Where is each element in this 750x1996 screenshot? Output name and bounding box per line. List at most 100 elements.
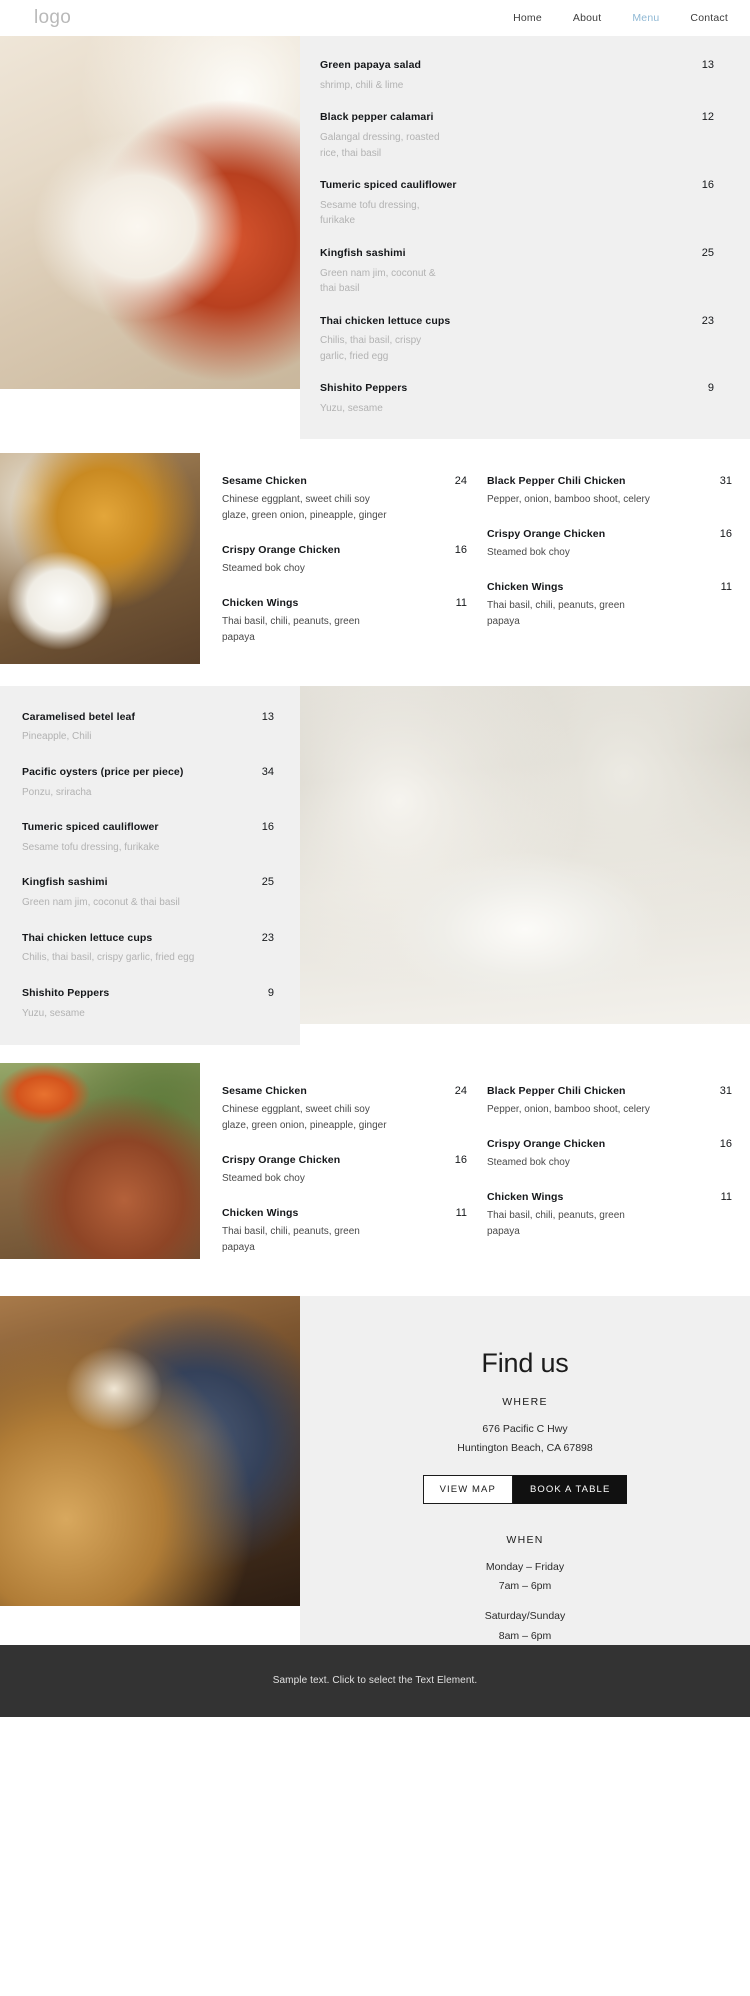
menu-item-price: 23 — [701, 314, 714, 327]
menu-item-description: Green nam jim, coconut & thai basil — [22, 897, 180, 908]
menu-item-name: Chicken Wings — [222, 596, 299, 609]
shared-table-beer-photo — [0, 452, 200, 664]
menu-item-description: Ponzu, sriracha — [22, 786, 92, 798]
menu-item-price: 11 — [720, 1191, 732, 1203]
when-block: WHEN Monday – Friday 7am – 6pm Saturday/… — [485, 1534, 566, 1645]
menu-item-name: Chicken Wings — [487, 580, 564, 593]
menu-item[interactable]: Caramelised betel leaf 13 Pineapple, Chi… — [22, 710, 274, 745]
menu-item[interactable]: Shishito Peppers 9 Yuzu, sesame — [320, 381, 714, 416]
menu-item[interactable]: Black pepper calamari 12 Galangal dressi… — [320, 110, 714, 161]
find-us-panel: Find us WHERE 676 Pacific C Hwy Huntingt… — [300, 1296, 750, 1645]
menu-item-price: 9 — [707, 382, 714, 395]
menu-item-price: 16 — [454, 543, 467, 556]
nav-item-menu[interactable]: Menu — [632, 12, 659, 24]
dining-table-salad-photo — [0, 36, 300, 389]
site-logo[interactable]: logo — [34, 7, 71, 29]
menu-item-description: Yuzu, sesame — [320, 403, 383, 414]
weekday-hours: 7am – 6pm — [498, 1579, 552, 1592]
menu-item[interactable]: Thai chicken lettuce cups 23 Chilis, tha… — [320, 314, 714, 365]
find-us-title: Find us — [481, 1348, 569, 1378]
find-us-section: Find us WHERE 676 Pacific C Hwy Huntingt… — [0, 1278, 750, 1645]
menu-item-price: 16 — [454, 1154, 467, 1166]
menu-item-name: Chicken Wings — [222, 1207, 299, 1219]
menu-item[interactable]: Crispy Orange Chicken 16 Steamed bok cho… — [487, 1138, 732, 1171]
menu-item-description: shrimp, chili & lime — [320, 79, 404, 91]
menu-item-price: 31 — [719, 1085, 732, 1097]
menu-item[interactable]: Kingfish sashimi 25 Green nam jim, cocon… — [320, 246, 714, 297]
menu-item[interactable]: Black Pepper Chili Chicken 31 Pepper, on… — [487, 475, 732, 508]
menu-item-price: 25 — [261, 876, 274, 889]
menu-item-price: 11 — [720, 580, 732, 593]
menu-item[interactable]: Chicken Wings 11 Thai basil, chili, pean… — [487, 581, 732, 630]
menu-item-name: Thai chicken lettuce cups — [22, 931, 153, 944]
menu-item-description: Pepper, onion, bamboo shoot, celery — [487, 1104, 650, 1115]
menu-section-4: Sesame Chicken 24 Chinese eggplant, swee… — [0, 1045, 750, 1278]
menu-item-name: Black Pepper Chili Chicken — [487, 474, 626, 487]
nav-item-home[interactable]: Home — [513, 12, 542, 24]
menu-item[interactable]: Thai chicken lettuce cups 23 Chilis, tha… — [22, 931, 274, 966]
menu-item-price: 9 — [267, 986, 274, 999]
menu-item-description: Chilis, thai basil, crispy garlic, fried… — [22, 952, 195, 964]
menu-item-name: Kingfish sashimi — [22, 876, 108, 889]
menu-item-name: Tumeric spiced cauliflower — [320, 179, 457, 191]
main-navigation: Home About Menu Contact — [513, 12, 728, 24]
menu-item-name: Black Pepper Chili Chicken — [487, 1085, 626, 1097]
menu-item[interactable]: Tumeric spiced cauliflower 16 Sesame tof… — [320, 178, 714, 229]
menu-item[interactable]: Shishito Peppers 9 Yuzu, sesame — [22, 986, 274, 1021]
menu-item[interactable]: Pacific oysters (price per piece) 34 Pon… — [22, 765, 274, 800]
nav-item-contact[interactable]: Contact — [690, 12, 728, 24]
menu-item[interactable]: Tumeric spiced cauliflower 16 Sesame tof… — [22, 820, 274, 855]
menu-item[interactable]: Kingfish sashimi 25 Green nam jim, cocon… — [22, 875, 274, 910]
menu-panel-2: Sesame Chicken 24 Chinese eggplant, swee… — [200, 452, 750, 668]
menu-two-column-4: Sesame Chicken 24 Chinese eggplant, swee… — [200, 1063, 750, 1278]
menu-column-left: Sesame Chicken 24 Chinese eggplant, swee… — [222, 1085, 467, 1256]
weekend-hours: 8am – 6pm — [498, 1629, 552, 1642]
menu-item[interactable]: Crispy Orange Chicken 16 Steamed bok cho… — [222, 1154, 467, 1187]
menu-item-price: 16 — [719, 527, 732, 540]
menu-item-price: 34 — [261, 765, 274, 778]
menu-item[interactable]: Chicken Wings 11 Thai basil, chili, pean… — [487, 1191, 732, 1240]
menu-column-right: Black Pepper Chili Chicken 31 Pepper, on… — [487, 1085, 732, 1256]
book-a-table-button[interactable]: BOOK A TABLE — [512, 1474, 628, 1504]
menu-item[interactable]: Crispy Orange Chicken 16 Steamed bok cho… — [487, 528, 732, 561]
menu-item-price: 16 — [261, 821, 274, 833]
menu-item-name: Chicken Wings — [487, 1191, 564, 1203]
address-line-2: Huntington Beach, CA 67898 — [457, 1442, 593, 1455]
menu-item-price: 11 — [455, 596, 467, 609]
menu-item[interactable]: Green papaya salad 13 shrimp, chili & li… — [320, 58, 714, 93]
menu-item[interactable]: Chicken Wings 11 Thai basil, chili, pean… — [222, 1207, 467, 1256]
hours-spacer — [485, 1595, 566, 1606]
menu-item-description: Sesame tofu dressing, furikake — [22, 841, 160, 853]
menu-item-description: Pineapple, Chili — [22, 731, 92, 743]
menu-item-price: 11 — [455, 1207, 467, 1219]
menu-item-description: Green nam jim, coconut & thai basil — [320, 267, 436, 295]
address-line-1: 676 Pacific C Hwy — [482, 1423, 568, 1435]
menu-item-description: Chinese eggplant, sweet chili soy glaze,… — [222, 1104, 387, 1131]
menu-item-description: Sesame tofu dressing, furikake — [320, 199, 420, 227]
menu-column-right: Black Pepper Chili Chicken 31 Pepper, on… — [487, 475, 732, 646]
menu-item[interactable]: Black Pepper Chili Chicken 31 Pepper, on… — [487, 1085, 732, 1118]
view-map-button[interactable]: VIEW MAP — [422, 1474, 513, 1504]
menu-item-name: Sesame Chicken — [222, 1085, 307, 1097]
menu-item[interactable]: Crispy Orange Chicken 16 Steamed bok cho… — [222, 544, 467, 577]
menu-item-name: Sesame Chicken — [222, 474, 307, 487]
menu-item-name: Shishito Peppers — [22, 986, 110, 999]
outdoor-patio-photo — [0, 1063, 200, 1259]
nav-item-about[interactable]: About — [573, 12, 601, 24]
set-table-wineglasses-photo — [300, 685, 750, 1024]
menu-item-price: 31 — [719, 474, 732, 487]
menu-item[interactable]: Sesame Chicken 24 Chinese eggplant, swee… — [222, 1085, 467, 1134]
footer-sample-text[interactable]: Sample text. Click to select the Text El… — [273, 1675, 478, 1686]
menu-item-description: Galangal dressing, roasted rice, thai ba… — [320, 132, 440, 159]
menu-item-description: Thai basil, chili, peanuts, green papaya — [222, 1226, 360, 1253]
menu-item-description: Thai basil, chili, peanuts, green papaya — [222, 615, 360, 643]
menu-item[interactable]: Sesame Chicken 24 Chinese eggplant, swee… — [222, 475, 467, 524]
menu-item[interactable]: Chicken Wings 11 Thai basil, chili, pean… — [222, 597, 467, 646]
menu-item-description: Steamed bok choy — [222, 1173, 305, 1184]
menu-section-3: Caramelised betel leaf 13 Pineapple, Chi… — [0, 667, 750, 1045]
menu-item-price: 24 — [454, 474, 467, 487]
weekend-days: Saturday/Sunday — [484, 1610, 566, 1623]
menu-item-name: Green papaya salad — [320, 59, 422, 71]
menu-item-price: 13 — [261, 710, 274, 723]
menu-item-name: Crispy Orange Chicken — [487, 1138, 606, 1150]
